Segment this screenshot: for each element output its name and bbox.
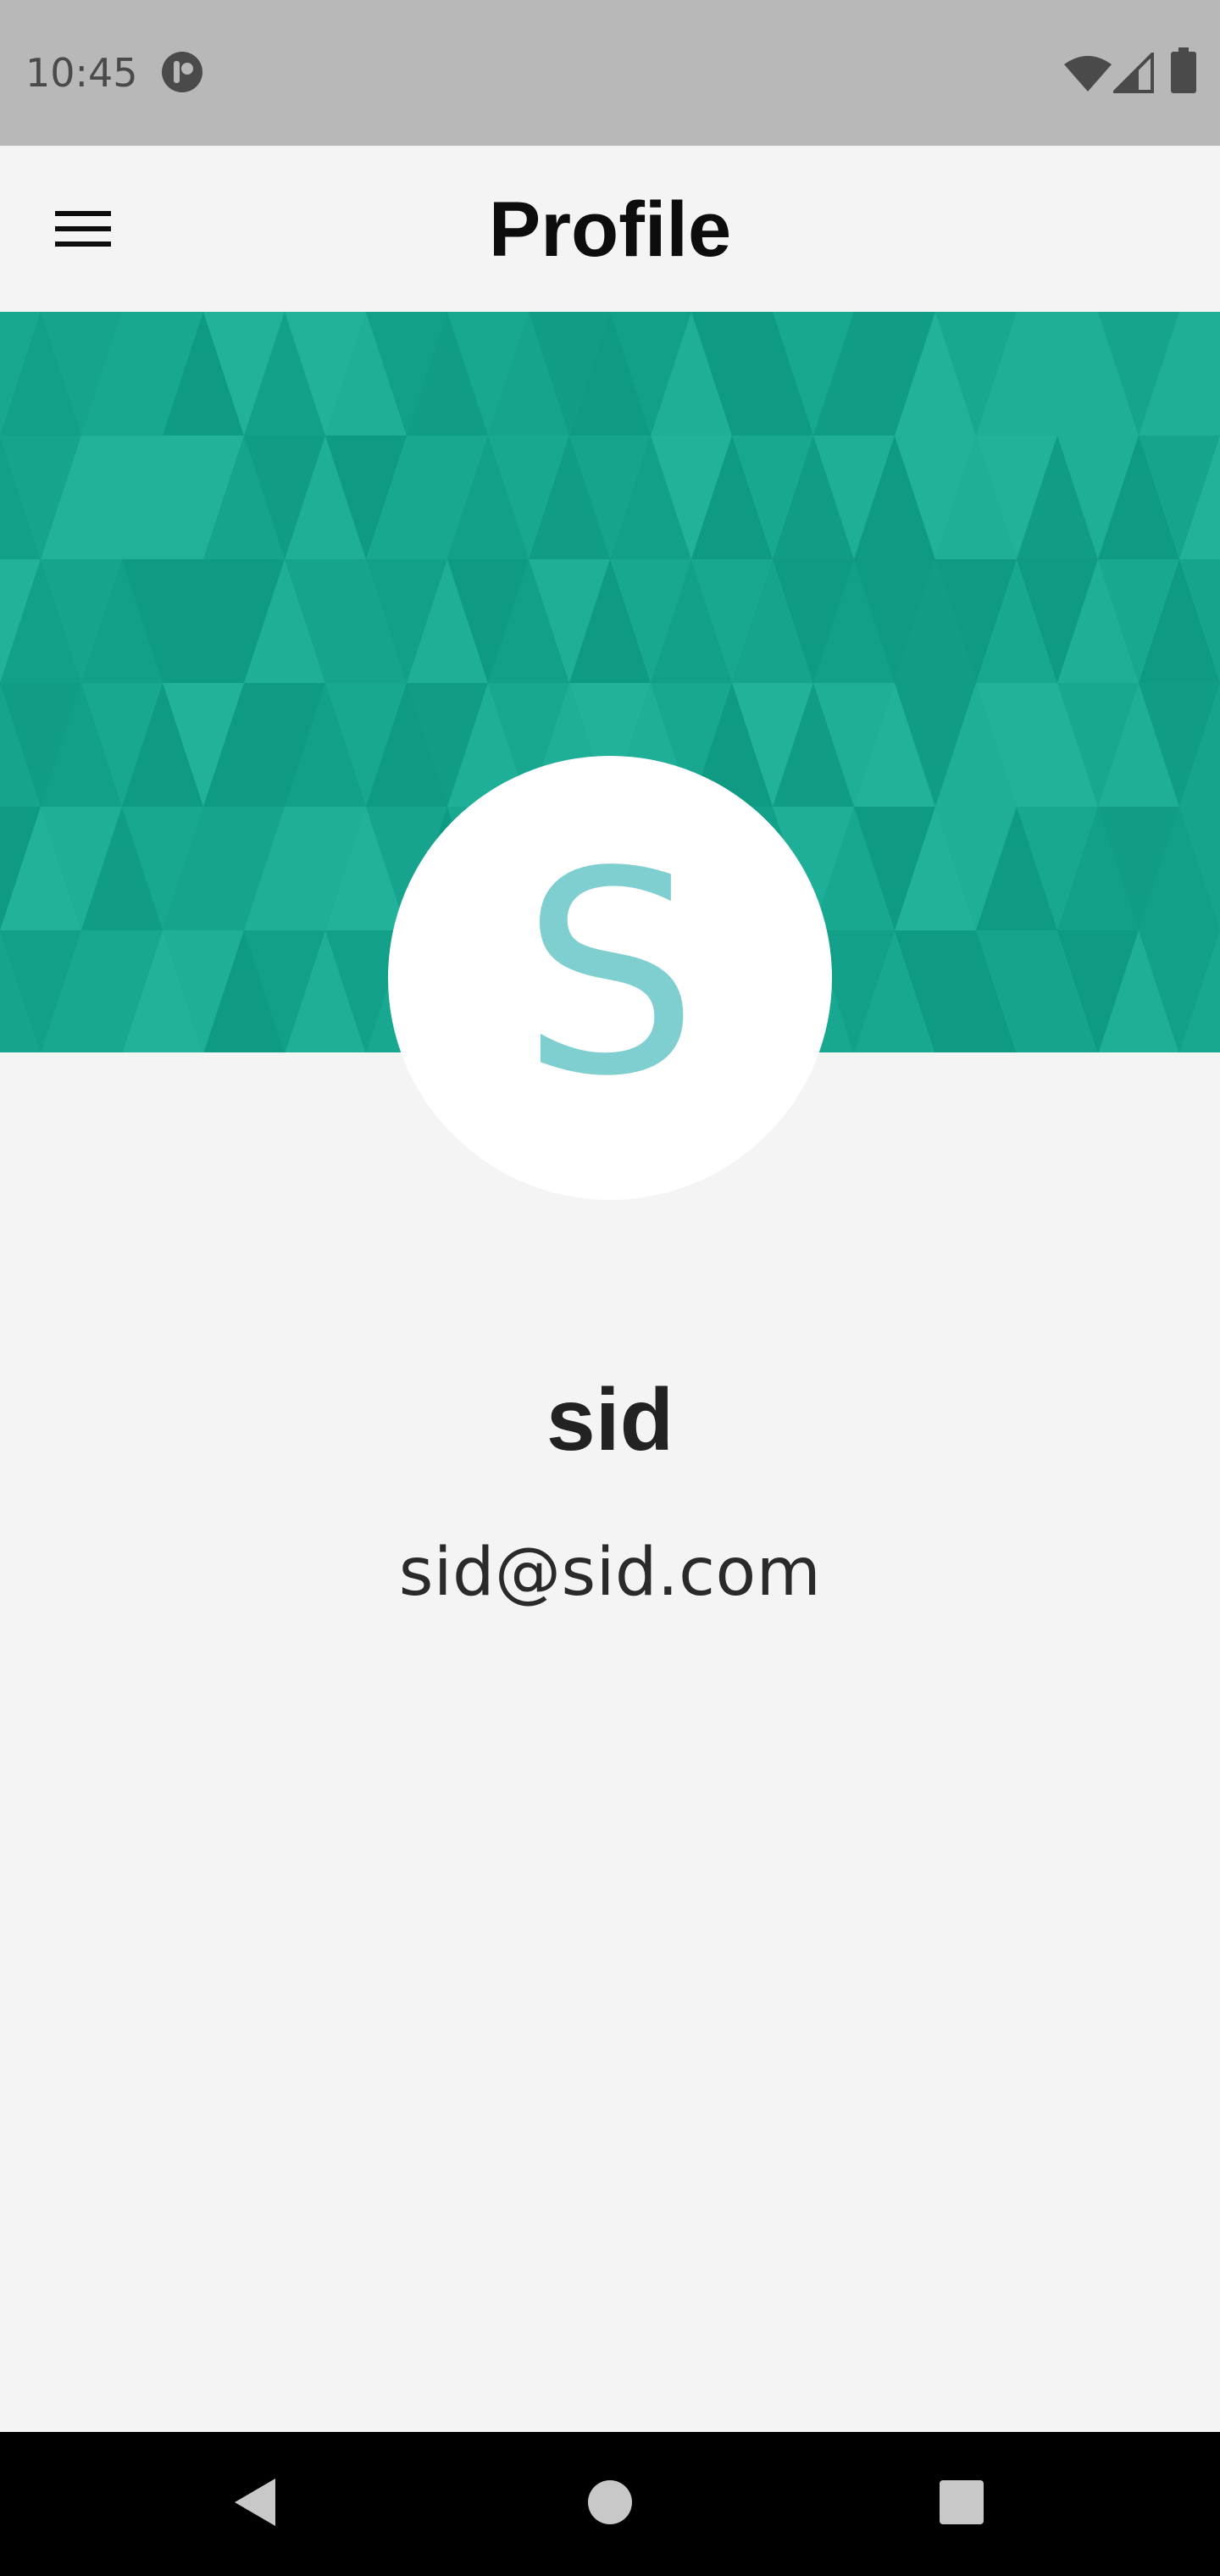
avatar: S: [388, 756, 832, 1200]
home-button[interactable]: [563, 2457, 657, 2551]
user-name: sid: [546, 1371, 674, 1469]
avatar-initial: S: [521, 812, 699, 1137]
user-email: sid@sid.com: [398, 1535, 822, 1611]
status-bar: 10:45: [0, 0, 1220, 146]
status-time: 10:45: [25, 50, 138, 96]
home-icon: [586, 2479, 634, 2530]
wifi-icon: [1064, 54, 1112, 92]
cell-signal-icon: [1111, 50, 1154, 93]
back-icon: [230, 2475, 280, 2534]
system-navigation-bar: [0, 2432, 1220, 2576]
app-notification-icon: [161, 51, 203, 93]
page-title: Profile: [488, 186, 732, 273]
recents-button[interactable]: [915, 2457, 1008, 2551]
battery-icon: [1171, 47, 1196, 93]
top-app-bar: Profile: [0, 146, 1220, 312]
back-button[interactable]: [208, 2457, 302, 2551]
recents-icon: [938, 2479, 985, 2530]
profile-screen: 10:45 Profile S sid sid@sid.com: [0, 0, 1220, 2576]
